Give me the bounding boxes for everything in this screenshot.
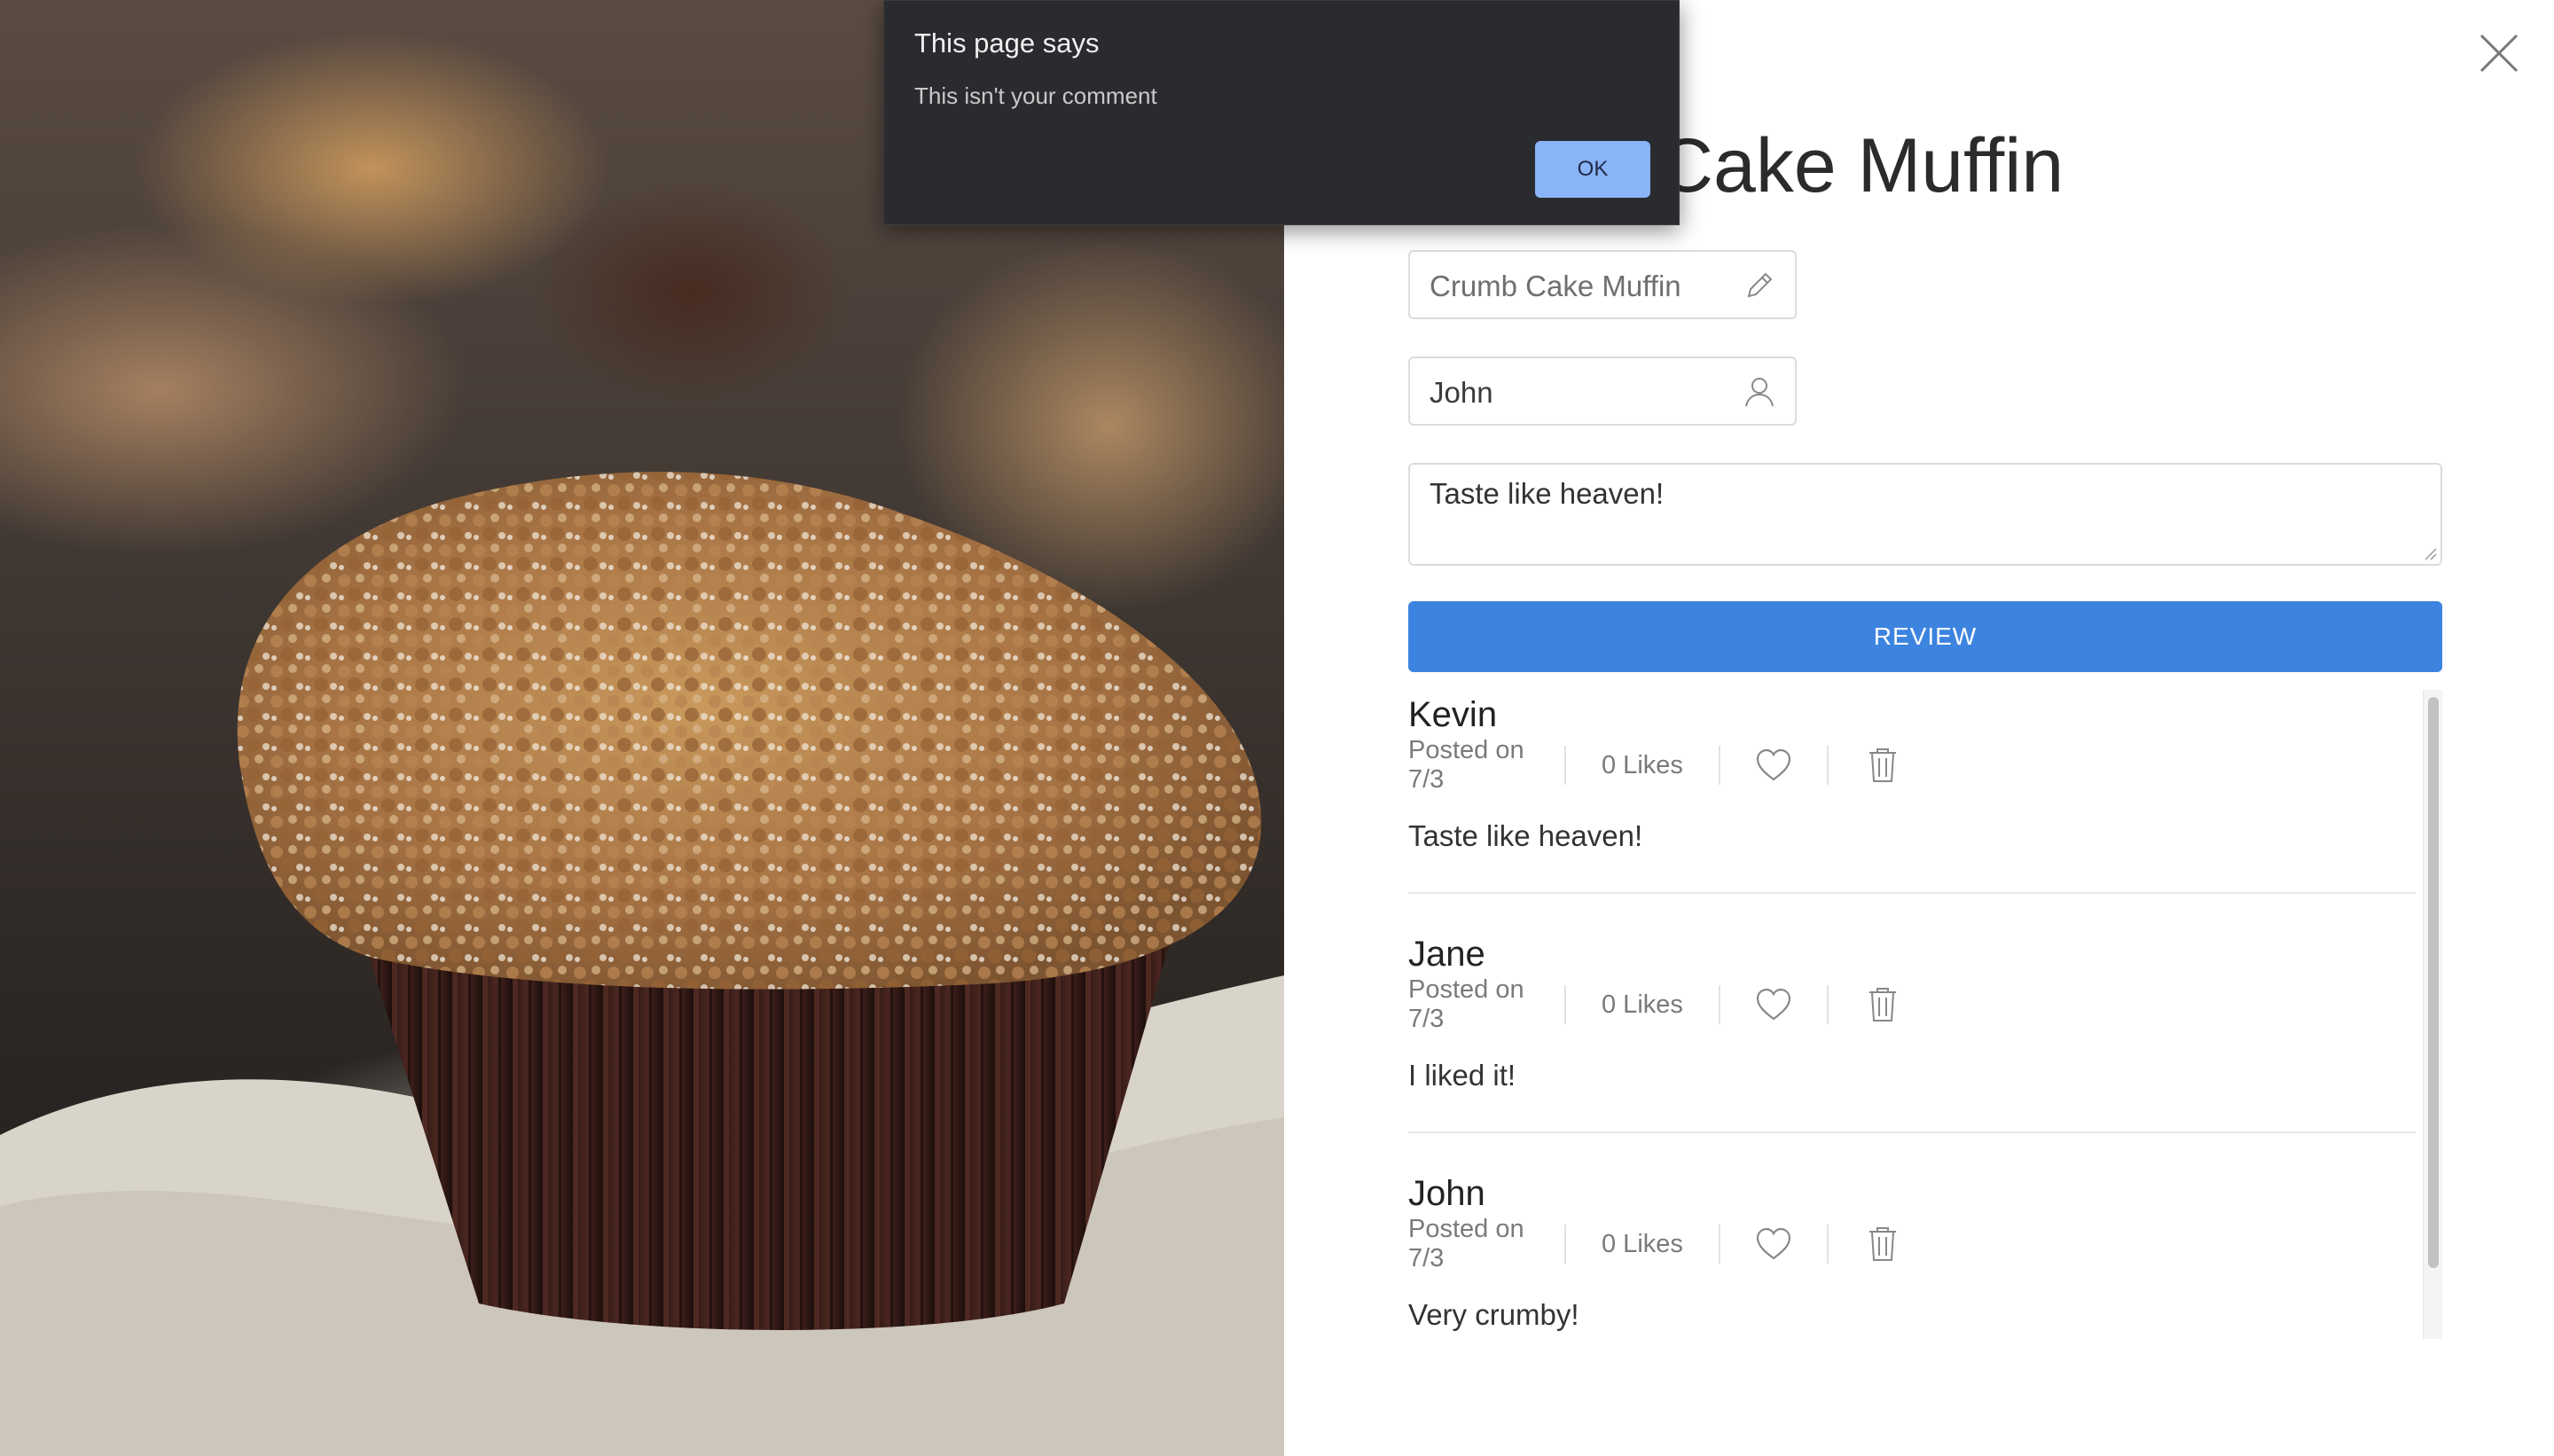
delete-button[interactable]	[1829, 743, 1937, 787]
comment-text-value: Taste like heaven!	[1430, 477, 1665, 510]
trash-icon	[1868, 748, 1896, 782]
heart-icon	[1756, 748, 1790, 781]
alert-message: This isn't your comment	[914, 82, 1157, 109]
trash-icon	[1868, 1227, 1896, 1261]
comments-list[interactable]: Kevin Posted on 7/3 0 Likes Taste like h…	[1408, 690, 2442, 1339]
alert-dialog: This page says This isn't your comment O…	[883, 0, 1680, 225]
comment-body: Very crumby!	[1408, 1298, 1579, 1331]
comment-divider	[1408, 1131, 2416, 1133]
heart-icon	[1756, 1227, 1790, 1260]
comment-author: Jane	[1408, 935, 1485, 974]
comment-date: Posted on 7/3	[1408, 736, 1524, 794]
product-name-value: Crumb Cake Muffin	[1430, 270, 1681, 302]
comment-likes: 0 Likes	[1602, 1229, 1683, 1258]
user-name-value: John	[1430, 376, 1493, 409]
like-button[interactable]	[1720, 982, 1827, 1027]
comment-author: Kevin	[1408, 695, 1498, 734]
scrollbar-thumb[interactable]	[2428, 697, 2439, 1268]
heart-icon	[1756, 988, 1790, 1021]
comments-scrollbar[interactable]	[2423, 690, 2442, 1339]
comment-likes: 0 Likes	[1602, 750, 1683, 779]
comment-meta: Posted on 7/3 0 Likes	[1408, 975, 1937, 1033]
product-review-page: Crumb Cake Muffin Crumb Cake Muffin John…	[0, 0, 2554, 1456]
comment-divider	[1408, 892, 2416, 894]
close-icon	[2480, 34, 2519, 73]
alert-title: This page says	[914, 27, 1100, 59]
comment-body: I liked it!	[1408, 1059, 1516, 1092]
like-button[interactable]	[1720, 743, 1827, 787]
trash-icon	[1868, 988, 1896, 1022]
alert-ok-button[interactable]: OK	[1535, 141, 1650, 198]
user-icon	[1745, 378, 1774, 407]
comment-likes: 0 Likes	[1602, 990, 1683, 1019]
comment-date: Posted on 7/3	[1408, 1215, 1524, 1272]
comment-author: John	[1408, 1174, 1485, 1213]
user-name-field[interactable]: John	[1408, 356, 1797, 426]
delete-button[interactable]	[1829, 1222, 1937, 1266]
pencil-icon	[1747, 272, 1773, 298]
comment-meta: Posted on 7/3 0 Likes	[1408, 1215, 1937, 1272]
comment-meta: Posted on 7/3 0 Likes	[1408, 736, 1937, 794]
comment-body: Taste like heaven!	[1408, 819, 1643, 852]
comment-item: Jane Posted on 7/3 0 Likes I liked it!	[1408, 929, 2416, 1169]
review-button[interactable]: REVIEW	[1408, 601, 2442, 672]
comment-item: John Posted on 7/3 0 Likes Very crumby!	[1408, 1169, 2416, 1339]
close-button[interactable]	[2476, 30, 2522, 76]
comment-textarea[interactable]: Taste like heaven!	[1408, 463, 2442, 566]
resize-grip-icon[interactable]	[2423, 546, 2437, 560]
like-button[interactable]	[1720, 1222, 1827, 1266]
delete-button[interactable]	[1829, 982, 1937, 1027]
product-name-field[interactable]: Crumb Cake Muffin	[1408, 250, 1797, 319]
comment-date: Posted on 7/3	[1408, 975, 1524, 1033]
comment-item: Kevin Posted on 7/3 0 Likes Taste like h…	[1408, 690, 2416, 929]
